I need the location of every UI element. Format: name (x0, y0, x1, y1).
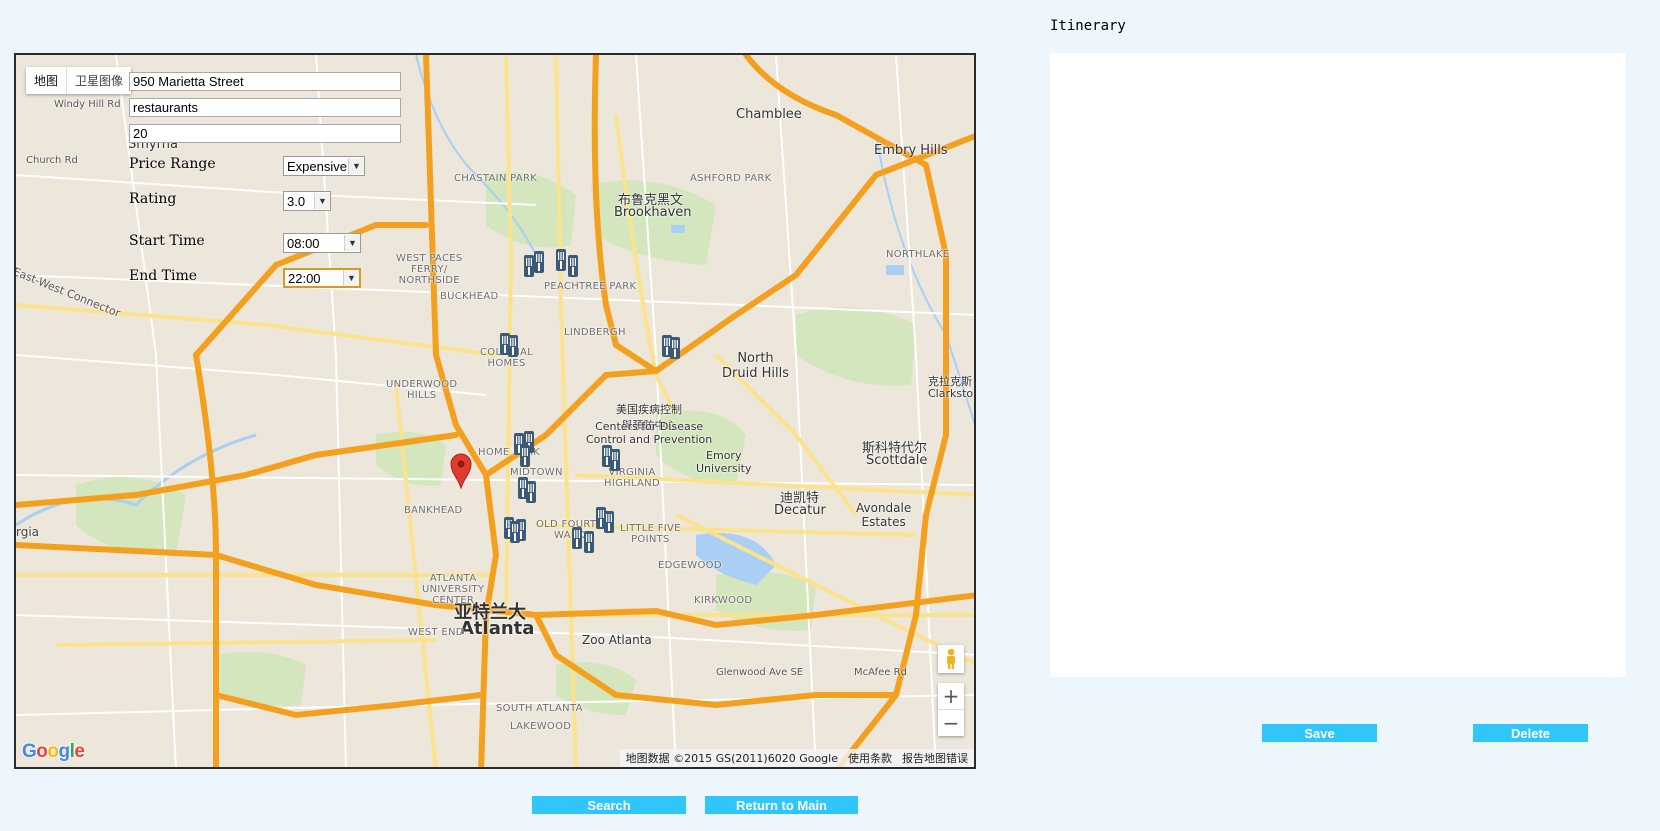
map-type-map-button[interactable]: 地图 (26, 67, 66, 94)
google-logo: Google (22, 741, 85, 762)
end-time-select[interactable]: 22:00 ▼ (283, 268, 361, 288)
rating-select[interactable]: 3.0 ▼ (283, 191, 331, 211)
zoom-out-button[interactable]: − (938, 709, 964, 736)
start-time-value: 08:00 (287, 235, 320, 251)
chevron-down-icon: ▼ (343, 270, 359, 286)
price-range-value: Expensive (287, 158, 347, 174)
itinerary-title: Itinerary (1050, 18, 1126, 34)
price-range-label: Price Range (129, 156, 216, 172)
itinerary-list[interactable] (1050, 53, 1626, 677)
pegman-icon (947, 648, 955, 669)
end-time-label: End Time (129, 268, 198, 284)
map-data-attribution: 地图数据 ©2015 GS(2011)6020 Google (625, 752, 838, 765)
restaurant-marker-icon[interactable] (556, 247, 586, 281)
map-type-toggle: 地图 卫星图像 (26, 67, 132, 94)
restaurant-marker-icon[interactable] (504, 513, 534, 547)
chevron-down-icon: ▼ (344, 235, 360, 251)
result-count-input[interactable] (129, 124, 401, 143)
map-view[interactable]: 亚特兰大 Atlanta 布鲁克黑文 Brookhaven Chamblee E… (14, 53, 976, 769)
rating-label: Rating (129, 191, 177, 207)
chevron-down-icon: ▼ (348, 158, 364, 174)
delete-button[interactable]: Delete (1473, 724, 1588, 742)
street-view-pegman-button[interactable] (938, 645, 964, 673)
rating-value: 3.0 (287, 193, 306, 209)
chevron-down-icon: ▼ (314, 193, 330, 209)
zoom-in-button[interactable]: + (938, 683, 964, 709)
page: 亚特兰大 Atlanta 布鲁克黑文 Brookhaven Chamblee E… (0, 0, 1660, 831)
save-button[interactable]: Save (1262, 724, 1377, 742)
restaurant-marker-icon[interactable] (662, 333, 686, 363)
address-input[interactable] (129, 72, 401, 91)
restaurant-marker-icon[interactable] (514, 431, 542, 471)
location-pin-icon[interactable] (450, 453, 472, 489)
end-time-value: 22:00 (288, 270, 321, 286)
zoom-control: + − (938, 683, 964, 736)
restaurant-marker-icon[interactable] (602, 443, 626, 473)
category-input[interactable] (129, 98, 401, 117)
restaurant-marker-icon[interactable] (572, 525, 602, 559)
terms-of-use-link[interactable]: 使用条款 (848, 752, 892, 765)
start-time-select[interactable]: 08:00 ▼ (283, 233, 361, 253)
restaurant-marker-icon[interactable] (518, 475, 542, 505)
return-to-main-button[interactable]: Return to Main (705, 796, 858, 814)
price-range-select[interactable]: Expensive ▼ (283, 156, 365, 176)
search-button[interactable]: Search (532, 796, 686, 814)
start-time-label: Start Time (129, 233, 205, 249)
restaurant-marker-icon[interactable] (524, 251, 554, 281)
map-attribution: 地图数据 ©2015 GS(2011)6020 Google 使用条款 报告地图错误 (619, 749, 974, 767)
map-type-satellite-button[interactable]: 卫星图像 (66, 67, 131, 94)
restaurant-marker-icon[interactable] (500, 331, 524, 361)
report-map-error-link[interactable]: 报告地图错误 (902, 752, 968, 765)
